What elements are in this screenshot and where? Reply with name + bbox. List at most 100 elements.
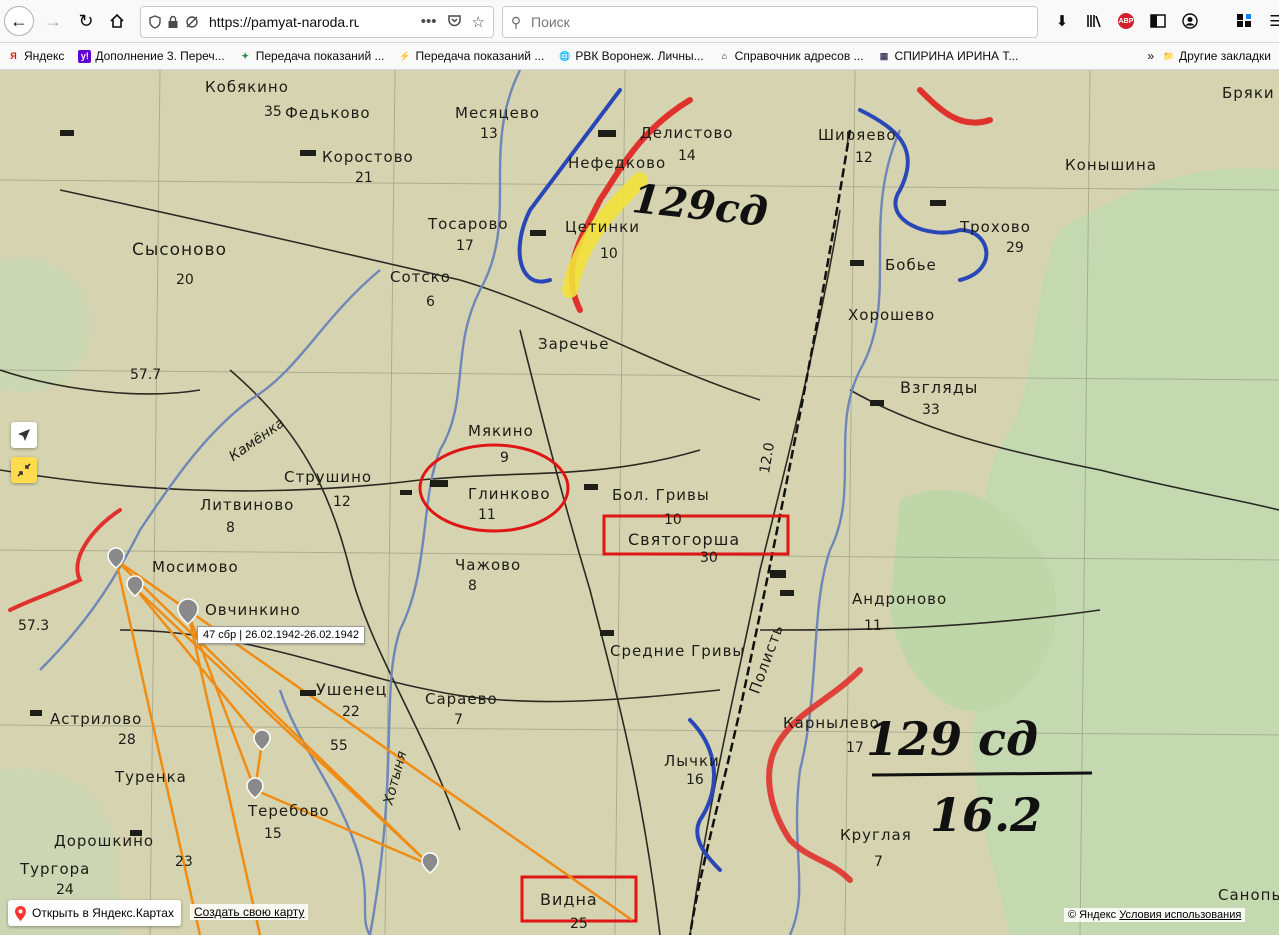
search-icon: ⚲ <box>510 13 522 30</box>
village-label: Литвиново <box>200 496 295 514</box>
fullscreen-button[interactable] <box>11 457 37 483</box>
bookmark-item[interactable]: 🌐 РВК Воронеж. Личны... <box>551 49 710 63</box>
map-number: 11 <box>478 507 496 523</box>
map-number: 30 <box>700 550 718 566</box>
back-button[interactable]: ← <box>4 6 34 36</box>
bookmark-item[interactable]: ▦ СПИРИНА ИРИНА Т... <box>871 49 1026 63</box>
bookmark-item[interactable]: y! Дополнение 3. Переч... <box>71 49 231 63</box>
route-tooltip: 47 сбр | 26.02.1942-26.02.1942 <box>197 626 365 644</box>
map-number: 12 <box>855 150 873 166</box>
village-label: Федьково <box>285 104 371 122</box>
extensions-button[interactable] <box>1230 6 1258 36</box>
search-bar[interactable]: ⚲ <box>502 6 1038 38</box>
village-label: Теребово <box>248 802 330 820</box>
shield-icon[interactable] <box>149 15 161 29</box>
bookmark-star-icon[interactable]: ☆ <box>472 13 485 31</box>
library-button[interactable] <box>1080 6 1108 36</box>
map-number: 33 <box>922 402 940 418</box>
forward-button[interactable]: → <box>38 6 68 36</box>
geolocation-button[interactable] <box>11 422 37 448</box>
village-label: Овчинкино <box>205 601 301 619</box>
extensions-icon <box>1237 14 1251 27</box>
location-arrow-icon <box>18 429 30 441</box>
map-number: 16 <box>686 772 704 788</box>
library-icon <box>1087 15 1101 28</box>
bookmark-item[interactable]: Я Яндекс <box>0 49 71 63</box>
globe-icon: 🌐 <box>559 50 571 61</box>
map-number: 22 <box>342 704 360 720</box>
village-label: Струшино <box>284 468 373 486</box>
account-icon <box>1182 13 1198 29</box>
village-label: Мякино <box>468 422 534 440</box>
terms-link[interactable]: Условия использования <box>1119 909 1241 921</box>
browser-toolbar: ← → ↻ https://pamyat-naroda.ru/war ••• ☆… <box>0 0 1279 43</box>
sidebar-icon <box>1150 14 1166 28</box>
map-pin-icon <box>15 905 26 921</box>
map-number: 57.3 <box>18 618 50 634</box>
village-label: Святогорша <box>628 530 741 549</box>
open-in-yandex-label: Открыть в Яндекс.Картах <box>32 906 174 920</box>
map-number: 24 <box>56 882 74 898</box>
village-label: Дорошкино <box>54 832 155 850</box>
home-button[interactable] <box>102 6 132 36</box>
lock-icon[interactable] <box>167 15 179 29</box>
address-bar[interactable]: https://pamyat-naroda.ru/war ••• ☆ <box>140 6 494 38</box>
adblock-icon: ABP <box>1118 13 1134 29</box>
map-number: 20 <box>176 272 194 288</box>
page-actions-icon[interactable]: ••• <box>421 13 437 31</box>
village-label: Бряки <box>1222 84 1275 102</box>
unit-annotation: 129 сд <box>866 712 1039 766</box>
leaf-icon: ✦ <box>241 50 249 61</box>
bolt-icon: ⚡ <box>399 50 411 61</box>
village-label: Тосарово <box>428 215 509 233</box>
home-icon <box>110 13 124 28</box>
village-label: Тургора <box>20 860 91 878</box>
arrow-right-icon: → <box>44 10 62 31</box>
yandex-icon: Я <box>10 51 17 61</box>
chevron-more-icon[interactable]: » <box>1147 49 1154 63</box>
village-label: Видна <box>540 890 598 909</box>
bookmark-item[interactable]: ⚡ Передача показаний ... <box>392 49 552 63</box>
tracking-protection-icon[interactable] <box>185 15 199 29</box>
account-button[interactable] <box>1176 6 1204 36</box>
download-icon: ⬇ <box>1055 13 1069 30</box>
map-viewport[interactable]: Кобякино Федьково Коростово Месяцево Дел… <box>0 70 1279 935</box>
other-bookmarks[interactable]: 📁 Другие закладки <box>1162 49 1271 63</box>
bookmarks-bar: Я Яндекс y! Дополнение 3. Переч... ✦ Переда… <box>0 43 1279 70</box>
map-number: 35 <box>264 104 282 120</box>
map-number: 17 <box>456 238 474 254</box>
house-icon: ⌂ <box>721 51 727 61</box>
village-label: Сараево <box>425 690 498 708</box>
annotation-divider <box>872 771 1092 777</box>
adblock-button[interactable]: ABP <box>1112 6 1140 36</box>
create-map-link[interactable]: Создать свою карту <box>190 904 309 920</box>
sidebar-button[interactable] <box>1144 6 1172 36</box>
map-number: 6 <box>426 294 435 310</box>
map-copyright: © Яндекс Условия использования <box>1064 908 1246 922</box>
map-number: 17 <box>846 740 864 756</box>
village-label: Лычки <box>664 752 720 770</box>
reload-icon: ↻ <box>78 10 94 31</box>
map-number: 23 <box>175 854 193 870</box>
village-label: Бобье <box>885 256 937 274</box>
bookmark-item[interactable]: ✦ Передача показаний ... <box>232 49 392 63</box>
reload-button[interactable]: ↻ <box>71 6 101 36</box>
url-text[interactable]: https://pamyat-naroda.ru/war <box>209 14 359 30</box>
map-number: 14 <box>678 148 696 164</box>
village-label: Делистово <box>640 124 734 142</box>
map-number: 15 <box>264 826 282 842</box>
village-label: Взгляды <box>900 378 979 397</box>
village-label: Мосимово <box>152 558 239 576</box>
map-number: 10 <box>664 512 682 528</box>
menu-button[interactable]: ☰ <box>1262 6 1279 36</box>
hamburger-icon: ☰ <box>1269 13 1279 30</box>
pocket-icon[interactable] <box>447 13 462 28</box>
open-in-yandex-button[interactable]: Открыть в Яндекс.Картах <box>8 900 181 926</box>
village-label: Ушенец <box>316 680 388 699</box>
arrow-left-icon: ← <box>10 10 28 31</box>
search-input[interactable] <box>529 13 1013 31</box>
downloads-button[interactable]: ⬇ <box>1048 6 1076 36</box>
map-number: 9 <box>500 450 509 466</box>
map-number: 7 <box>454 712 463 728</box>
bookmark-item[interactable]: ⌂ Справочник адресов ... <box>711 49 871 63</box>
